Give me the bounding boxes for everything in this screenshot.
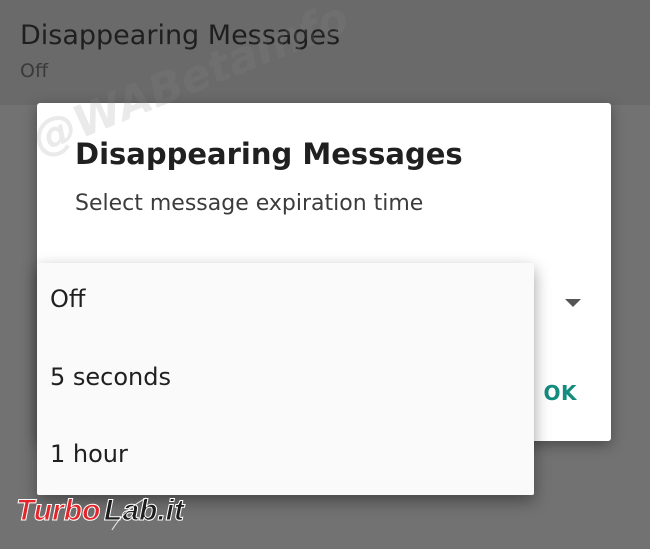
settings-row-title: Disappearing Messages [20, 20, 341, 51]
settings-row-disappearing-messages: Disappearing Messages Off [0, 0, 650, 105]
menu-item-1-hour[interactable]: 1 hour [37, 418, 534, 495]
menu-item-5-seconds[interactable]: 5 seconds [37, 341, 534, 418]
screen: Disappearing Messages Off Disappearing M… [0, 0, 650, 549]
dialog-message: Select message expiration time [75, 191, 424, 216]
menu-item-off[interactable]: Off [37, 263, 534, 340]
menu-item-label: Off [50, 285, 86, 313]
settings-row-value: Off [20, 60, 49, 82]
menu-item-label: 5 seconds [50, 363, 171, 391]
arrow-drop-down-icon[interactable] [565, 299, 581, 307]
menu-item-label: 1 hour [50, 440, 128, 468]
dialog-title: Disappearing Messages [75, 137, 463, 171]
expiration-time-menu: Off 5 seconds 1 hour [37, 263, 534, 495]
